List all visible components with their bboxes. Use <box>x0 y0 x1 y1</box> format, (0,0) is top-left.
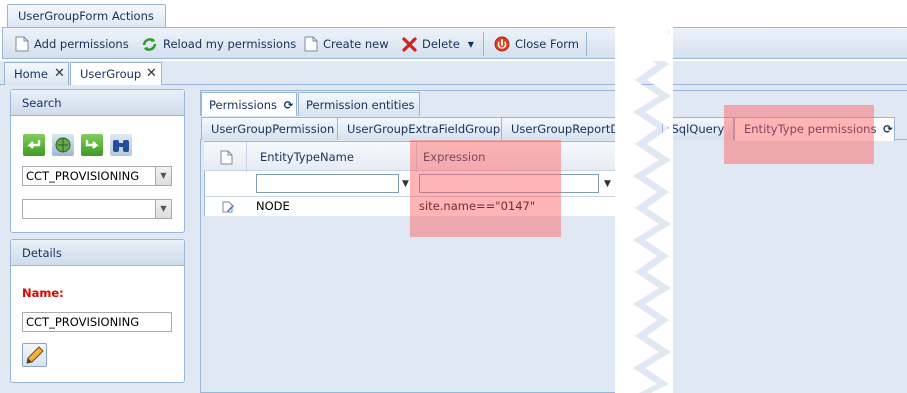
tab-home-label: Home <box>14 67 48 81</box>
close-icon[interactable]: ✕ <box>54 66 65 81</box>
name-field-value: CCT_PROVISIONING <box>26 315 140 329</box>
reload-my-permissions-label: Reload my permissions <box>163 37 297 51</box>
search-panel: Search CCT_PROVISIONING ▼ ▼ <box>10 89 185 233</box>
reload-icon[interactable]: ⟳ <box>883 122 893 136</box>
binoculars-icon[interactable] <box>110 134 132 156</box>
tab-home[interactable]: Home ✕ <box>4 62 69 85</box>
delete-button[interactable]: Delete ▼ <box>402 34 474 54</box>
filter-entitytypename-input[interactable] <box>256 174 399 193</box>
search-combo-secondary[interactable]: ▼ <box>22 199 172 219</box>
close-icon[interactable]: ✕ <box>146 66 157 81</box>
column-separator <box>246 142 247 172</box>
details-panel: Details Name: CCT_PROVISIONING <box>10 239 185 383</box>
reload-my-permissions-button[interactable]: Reload my permissions <box>141 34 296 54</box>
chevron-down-icon: ▼ <box>467 39 474 49</box>
name-label: Name: <box>22 286 64 300</box>
column-header-entitytypename[interactable]: EntityTypeName <box>260 150 354 164</box>
close-form-label: Close Form <box>515 37 579 51</box>
filter-icon[interactable]: ▼ <box>402 179 409 189</box>
tab-permission-entities-label: Permission entities <box>306 98 415 112</box>
add-permissions-label: Add permissions <box>34 37 129 51</box>
tab-permissions-label: Permissions <box>209 98 278 112</box>
create-new-label: Create new <box>323 37 389 51</box>
document-icon <box>220 150 233 165</box>
document-icon <box>304 36 318 52</box>
forward-arrow-icon[interactable] <box>81 134 103 156</box>
create-new-button[interactable]: Create new <box>304 34 389 54</box>
close-form-button[interactable]: Close Form <box>494 34 579 54</box>
filter-icon[interactable]: ▼ <box>604 179 611 189</box>
toolbar-separator <box>586 32 587 56</box>
torn-page-edge <box>615 0 673 393</box>
tab-usergroupextrafieldgroup[interactable]: UserGroupExtraFieldGroup <box>337 117 502 140</box>
back-arrow-icon[interactable] <box>23 134 45 156</box>
name-field[interactable]: CCT_PROVISIONING <box>22 312 172 332</box>
tab-usergroup-label: UserGroup <box>80 67 142 81</box>
sub-tab-label: tSqlQuery <box>667 122 725 136</box>
tab-usergrouppermission[interactable]: UserGroupPermission <box>201 117 338 140</box>
search-combo-value: CCT_PROVISIONING <box>26 169 140 183</box>
tab-usergroup[interactable]: UserGroup ✕ <box>70 62 162 86</box>
edit-row-icon[interactable] <box>221 200 235 214</box>
delete-x-icon <box>402 36 417 52</box>
chevron-down-icon[interactable]: ▼ <box>155 167 171 185</box>
sub-tab-label: UserGroupPermission <box>211 122 335 136</box>
ribbon-tab[interactable]: UserGroupForm Actions <box>7 4 166 28</box>
cell-entitytypename: NODE <box>256 199 290 213</box>
tab-usergroupreportdoc[interactable]: UserGroupReportDoc <box>501 117 632 140</box>
tab-permission-entities[interactable]: Permission entities <box>298 92 420 116</box>
close-form-icon <box>494 36 510 52</box>
reload-icon[interactable]: ⟳ <box>284 98 294 112</box>
highlight-entitytype-tab <box>724 105 874 164</box>
search-panel-title: Search <box>11 90 184 116</box>
sub-tab-label: UserGroupReportDoc <box>511 122 632 136</box>
document-icon <box>15 36 29 52</box>
toolbar-separator <box>483 32 484 56</box>
pencil-icon <box>26 346 44 364</box>
highlight-expression-column <box>410 140 561 237</box>
edit-button[interactable] <box>22 343 47 367</box>
refresh-globe-icon[interactable] <box>52 134 74 156</box>
details-panel-title: Details <box>11 240 184 266</box>
chevron-down-icon[interactable]: ▼ <box>155 200 171 218</box>
reload-icon <box>142 37 157 51</box>
toolbar-continuation <box>668 27 907 59</box>
sub-tab-label: UserGroupExtraFieldGroup <box>347 122 501 136</box>
search-combo-usergroup[interactable]: CCT_PROVISIONING ▼ <box>22 166 172 186</box>
delete-label: Delete <box>422 37 460 51</box>
tab-permissions[interactable]: Permissions ⟳ <box>201 92 297 117</box>
add-permissions-button[interactable]: Add permissions <box>15 34 129 54</box>
toolbar: Add permissions Reload my permissions Cr… <box>2 27 632 59</box>
